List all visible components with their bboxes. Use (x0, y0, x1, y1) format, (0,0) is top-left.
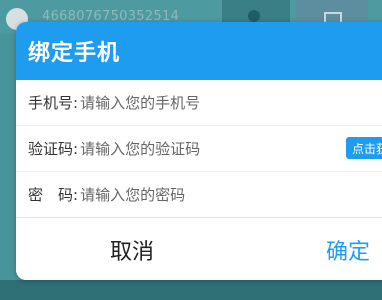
code-row: 验证码: 点击获取 (16, 126, 382, 172)
confirm-button[interactable]: 确定 (326, 234, 370, 266)
background-bottom-bar (0, 280, 382, 300)
password-input[interactable] (80, 185, 301, 204)
phone-label: 手机号: (28, 94, 79, 112)
cancel-button[interactable]: 取消 (110, 234, 154, 266)
dialog-title: 绑定手机 (16, 22, 382, 80)
password-label: 密 码: (28, 186, 79, 204)
password-row: 密 码: (16, 172, 382, 218)
code-label: 验证码: (28, 140, 79, 158)
circle-icon (248, 10, 260, 22)
get-code-button[interactable]: 点击获取 (346, 137, 382, 159)
phone-row: 手机号: (16, 80, 382, 126)
bind-phone-dialog: 绑定手机 手机号: 验证码: 点击获取 密 码: 取消 确定 (16, 22, 382, 280)
phone-input[interactable] (80, 93, 301, 112)
code-input[interactable] (80, 139, 301, 158)
dialog-footer: 取消 确定 (16, 217, 382, 280)
